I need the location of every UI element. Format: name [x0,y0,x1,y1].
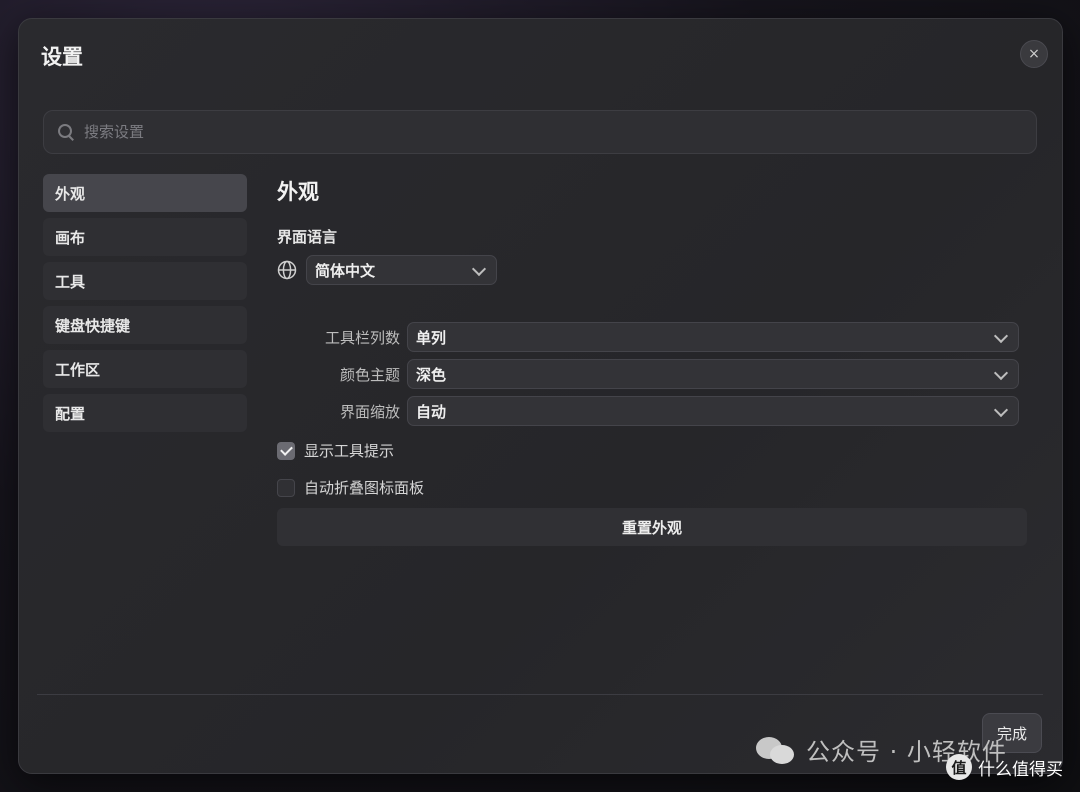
ui-scale-value: 自动 [416,402,447,421]
toolbar-columns-row: 工具栏列数 单列 [277,322,1019,352]
show-tooltips-label: 显示工具提示 [304,442,395,460]
close-button[interactable]: × [1020,40,1048,68]
chevron-down-icon [993,328,1009,344]
site-watermark: 值 什么值得买 [946,754,1063,780]
footer-divider [37,694,1043,695]
sidebar-item-canvas[interactable]: 画布 [43,218,247,256]
zhi-logo-icon: 值 [946,754,972,780]
language-label: 界面语言 [277,228,338,246]
toolbar-columns-select[interactable]: 单列 [407,322,1019,352]
ui-scale-label: 界面缩放 [339,402,400,421]
chevron-down-icon [993,365,1009,381]
settings-sidebar: 外观 画布 工具 键盘快捷键 工作区 配置 [43,174,247,438]
color-theme-select[interactable]: 深色 [407,359,1019,389]
search-bar[interactable] [43,110,1037,154]
globe-icon [277,260,297,280]
color-theme-label: 颜色主题 [339,365,400,384]
sidebar-item-workspace[interactable]: 工作区 [43,350,247,388]
sidebar-item-label: 键盘快捷键 [55,316,131,335]
search-icon [58,124,74,141]
chevron-down-icon [993,402,1009,418]
ui-scale-row: 界面缩放 自动 [277,396,1019,426]
sidebar-item-profiles[interactable]: 配置 [43,394,247,432]
auto-collapse-checkbox[interactable] [277,478,295,497]
wechat-icon [756,735,796,765]
sidebar-item-appearance[interactable]: 外观 [43,174,247,212]
sidebar-item-label: 画布 [55,228,86,247]
search-input[interactable] [82,122,986,142]
settings-dialog: 设置 × 外观 画布 工具 键盘快捷键 工作区 配置 外观 界面语言 简体中文 [18,18,1063,774]
reset-appearance-button[interactable]: 重置外观 [277,508,1027,546]
language-select[interactable]: 简体中文 [306,255,497,285]
auto-collapse-option[interactable]: 自动折叠图标面板 [277,477,424,498]
section-title: 外观 [277,180,319,204]
sidebar-item-label: 工作区 [55,360,101,379]
color-theme-row: 颜色主题 深色 [277,359,1019,389]
show-tooltips-option[interactable]: 显示工具提示 [277,440,394,461]
sidebar-item-label: 外观 [55,184,86,203]
close-icon: × [1028,46,1040,62]
sidebar-item-tools[interactable]: 工具 [43,262,247,300]
ui-scale-select[interactable]: 自动 [407,396,1019,426]
color-theme-value: 深色 [416,365,447,384]
language-value: 简体中文 [315,261,376,280]
toolbar-columns-value: 单列 [416,328,447,347]
auto-collapse-label: 自动折叠图标面板 [304,479,425,497]
appearance-panel: 外观 界面语言 简体中文 工具栏列数 单列 颜色主题 深色 界面缩放 自动 显示… [277,174,1037,546]
toolbar-columns-label: 工具栏列数 [324,328,400,347]
sidebar-item-label: 配置 [55,404,86,423]
language-row: 简体中文 [277,255,497,285]
sidebar-item-label: 工具 [55,272,86,291]
check-icon [279,442,293,456]
show-tooltips-checkbox[interactable] [277,441,295,460]
dialog-title: 设置 [41,45,83,69]
sidebar-item-shortcuts[interactable]: 键盘快捷键 [43,306,247,344]
site-watermark-text: 什么值得买 [978,759,1063,780]
chevron-down-icon [471,261,487,277]
